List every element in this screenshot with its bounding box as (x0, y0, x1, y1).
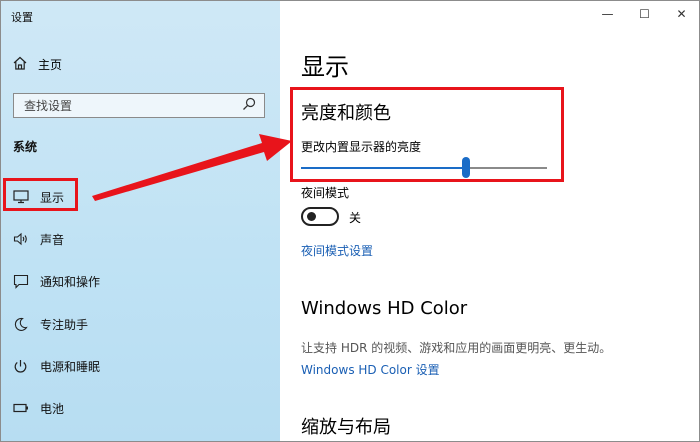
sidebar-item-notifications[interactable]: 通知和操作 (12, 271, 100, 291)
search-input[interactable]: 查找设置 (13, 93, 265, 118)
night-mode-toggle[interactable] (301, 207, 339, 226)
notification-icon (12, 273, 29, 290)
sidebar-item-label: 通知和操作 (40, 274, 101, 289)
battery-icon (12, 400, 29, 417)
sidebar-item-label: 专注助手 (40, 317, 89, 332)
toggle-knob (307, 212, 316, 221)
brightness-slider[interactable] (301, 157, 547, 180)
page-title: 显示 (301, 53, 349, 81)
slider-track-fill (301, 167, 462, 169)
home-icon (12, 55, 28, 74)
window-controls: — ☐ ✕ (589, 6, 700, 22)
sidebar-item-power-sleep[interactable]: 电源和睡眠 (12, 356, 100, 376)
slider-thumb[interactable] (462, 157, 470, 178)
maximize-button[interactable]: ☐ (626, 6, 663, 22)
moon-icon (12, 316, 29, 333)
sidebar-item-label: 电池 (40, 401, 65, 416)
sidebar-item-home[interactable]: 主页 (12, 55, 62, 73)
power-icon (12, 358, 29, 375)
minimize-button[interactable]: — (589, 6, 626, 22)
hd-color-settings-link[interactable]: Windows HD Color 设置 (301, 361, 440, 378)
sidebar-item-label: 主页 (38, 57, 63, 72)
sidebar-item-label: 声音 (40, 232, 65, 247)
section-label-system: 系统 (13, 140, 38, 154)
night-mode-settings-link[interactable]: 夜间模式设置 (301, 242, 373, 259)
brightness-section-title: 亮度和颜色 (301, 103, 391, 124)
hd-color-section-title: Windows HD Color (301, 298, 468, 319)
search-placeholder: 查找设置 (24, 99, 73, 113)
night-mode-state: 关 (349, 211, 362, 225)
app-title: 设置 (11, 11, 33, 24)
hd-color-description: 让支持 HDR 的视频、游戏和应用的画面更明亮、更生动。 (301, 341, 612, 355)
slider-track-empty (470, 167, 547, 169)
display-highlight-box (3, 178, 78, 211)
night-mode-label: 夜间模式 (301, 186, 350, 200)
sidebar-item-sound[interactable]: 声音 (12, 229, 64, 249)
sidebar-item-focus-assist[interactable]: 专注助手 (12, 314, 88, 334)
sidebar-item-label: 电源和睡眠 (40, 359, 101, 374)
sidebar-item-battery[interactable]: 电池 (12, 398, 64, 418)
speaker-icon (12, 231, 29, 248)
brightness-label: 更改内置显示器的亮度 (301, 140, 422, 154)
close-button[interactable]: ✕ (663, 6, 700, 22)
search-icon (242, 97, 256, 114)
layout-section-title: 缩放与布局 (301, 417, 391, 438)
